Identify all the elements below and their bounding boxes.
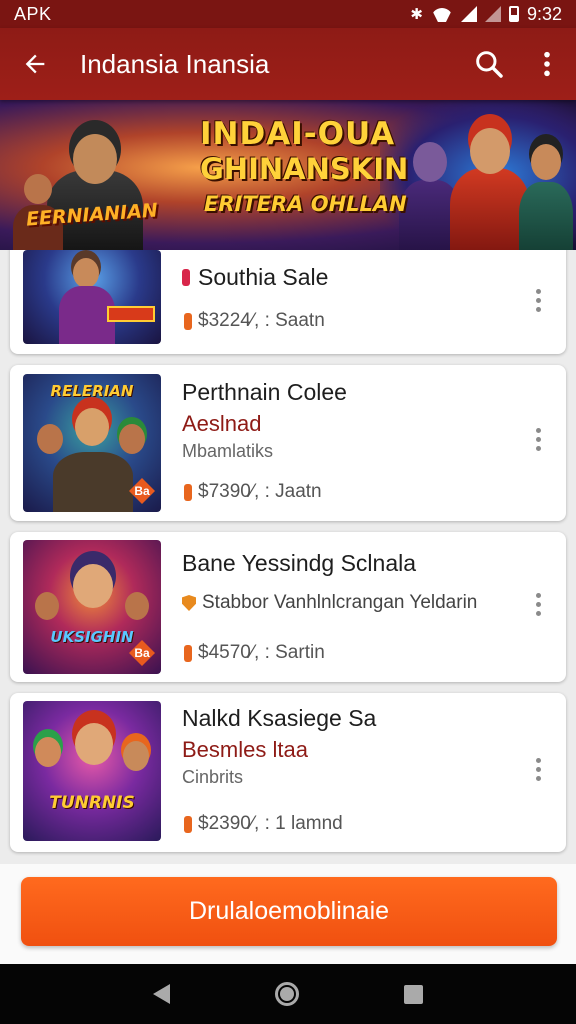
arrow-left-icon	[25, 54, 45, 74]
bottom-action-bar: Drulaloemoblinaie	[0, 864, 576, 964]
game-thumbnail: TUNRNIS	[23, 701, 161, 841]
price-icon	[184, 815, 192, 833]
banner-headline-1: INDAI-OUA	[200, 116, 396, 152]
tag-icon	[182, 269, 190, 286]
list-item[interactable]: TUNRNIS Nalkd Ksasiege Sa Besmles ltaa C…	[10, 693, 566, 852]
price-icon	[184, 644, 192, 662]
game-thumbnail: UKSIGHIN Ba	[23, 540, 161, 674]
more-vert-icon	[535, 427, 541, 433]
search-button[interactable]	[460, 28, 518, 100]
bluetooth-icon: ✱	[410, 6, 423, 23]
page-title: Indansia Inansia	[80, 48, 270, 79]
app-bar: Indansia Inansia	[0, 28, 576, 100]
banner-tagline: ERITERA OHLLAN	[204, 192, 407, 216]
game-list[interactable]: Southia Sale $3224⁄, : Saatn RELERIAN Ba…	[0, 250, 576, 864]
price-icon	[184, 483, 192, 501]
wifi-icon	[431, 6, 453, 22]
nav-home-icon[interactable]	[274, 982, 299, 1006]
more-vert-icon	[535, 592, 541, 598]
primary-action-button[interactable]: Drulaloemoblinaie	[21, 877, 557, 946]
overflow-menu-button[interactable]	[518, 28, 576, 100]
item-more-button[interactable]	[526, 419, 550, 459]
item-subtitle: Stabbor Vanhlnlcrangan Yeldarin	[182, 592, 477, 614]
item-meta: Cinbrits	[182, 767, 244, 787]
signal-icon-secondary	[484, 6, 501, 22]
item-title: Southia Sale	[182, 264, 328, 291]
nav-recents-icon[interactable]	[404, 984, 424, 1004]
banner-headline-2: GHINANSKIN	[200, 152, 409, 186]
item-title: Perthnain Colee	[182, 379, 347, 405]
shield-icon	[182, 595, 196, 611]
item-more-button[interactable]	[526, 280, 550, 320]
more-vert-icon	[535, 288, 541, 294]
price-icon	[184, 312, 192, 330]
item-price: $3224⁄, : Saatn	[184, 310, 325, 332]
status-icons: ✱ 9:32	[410, 4, 562, 25]
signal-icon	[460, 6, 477, 22]
item-title: Nalkd Ksasiege Sa	[182, 705, 377, 731]
list-item[interactable]: RELERIAN Ba Perthnain Colee Aeslnad Mbam…	[10, 365, 566, 521]
item-title: Bane Yessindg Sclnala	[182, 550, 417, 576]
more-vert-icon	[535, 757, 541, 763]
item-more-button[interactable]	[526, 749, 550, 789]
item-price: $4570⁄, : Sartin	[184, 642, 325, 664]
item-price: $2390⁄, : 1 lamnd	[184, 813, 343, 835]
item-meta: Mbamlatiks	[182, 441, 274, 461]
item-subtitle: Aeslnad	[182, 411, 262, 436]
promo-banner[interactable]: INDAI-OUA GHINANSKIN ERITERA OHLLAN EERN…	[0, 100, 576, 250]
game-thumbnail	[23, 250, 161, 344]
banner-character-heroine	[515, 130, 576, 250]
status-bar: APK ✱ 9:32	[0, 0, 576, 28]
more-vert-icon	[544, 51, 550, 77]
item-price: $7390⁄, : Jaatn	[184, 481, 322, 503]
list-item[interactable]: UKSIGHIN Ba Bane Yessindg Sclnala Stabbo…	[10, 532, 566, 682]
clock: 9:32	[526, 3, 562, 24]
item-subtitle: Besmles ltaa	[182, 737, 308, 762]
thumbnail-label: TUNRNIS	[49, 793, 135, 813]
carrier-label: APK	[14, 3, 52, 24]
thumbnail-label: RELERIAN	[50, 382, 134, 400]
game-thumbnail: RELERIAN Ba	[23, 374, 161, 512]
thumbnail-label: UKSIGHIN	[50, 628, 134, 646]
item-more-button[interactable]	[526, 584, 550, 624]
battery-icon	[508, 6, 519, 22]
search-icon	[476, 51, 503, 78]
list-item[interactable]: Southia Sale $3224⁄, : Saatn	[10, 250, 566, 354]
back-button[interactable]	[0, 28, 70, 100]
system-nav-bar	[0, 964, 576, 1024]
nav-back-icon[interactable]	[152, 984, 170, 1004]
